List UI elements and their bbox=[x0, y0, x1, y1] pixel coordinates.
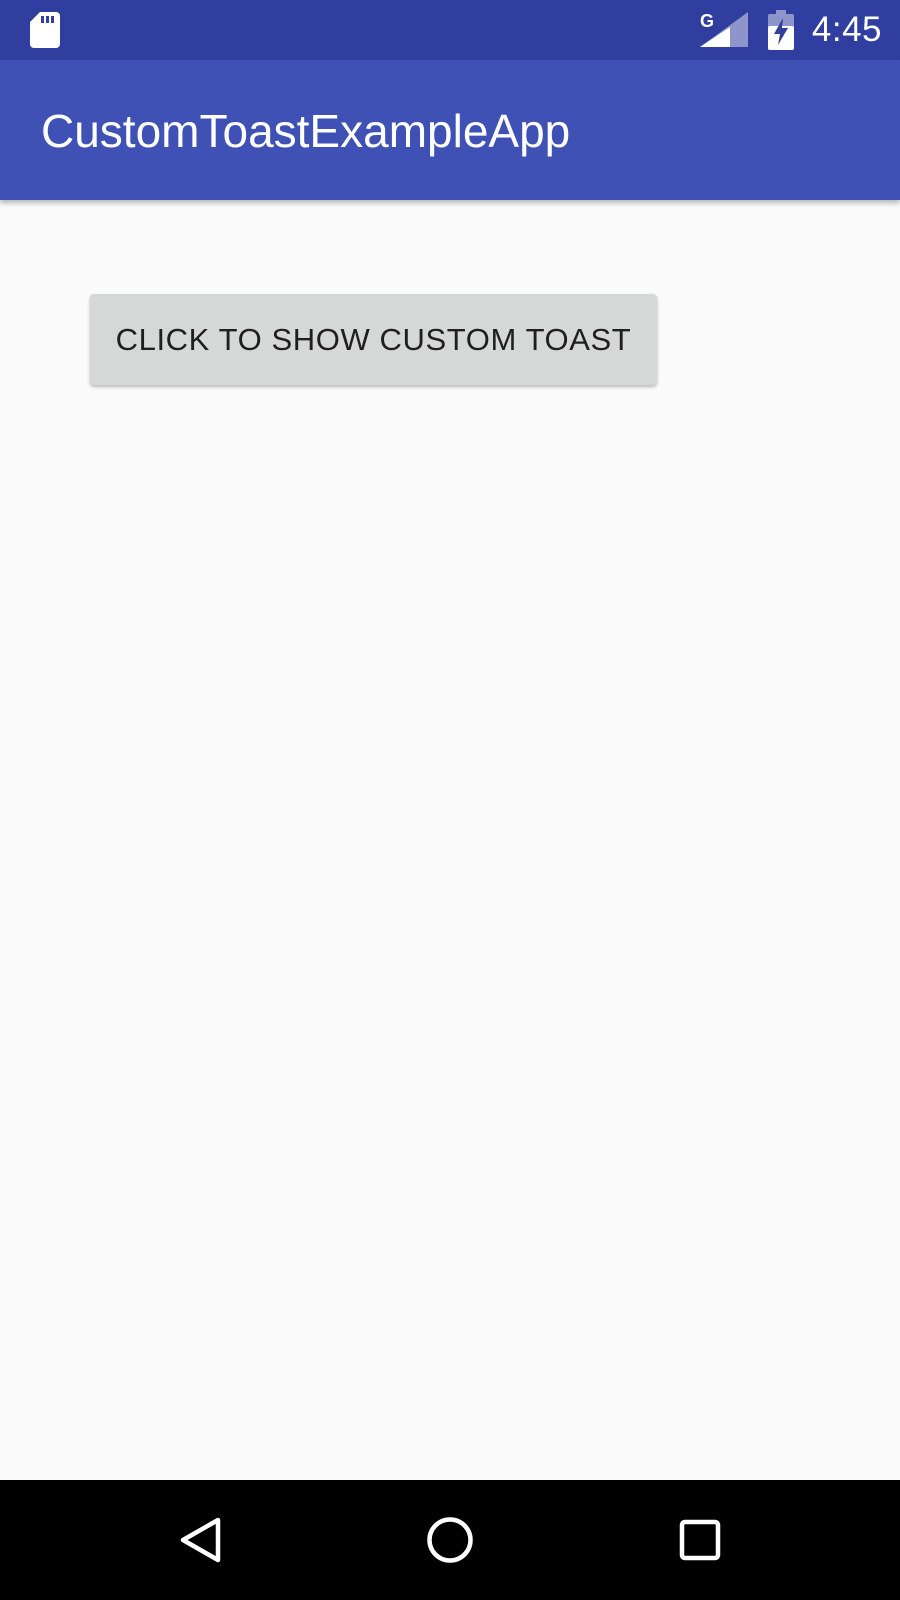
sd-card-icon bbox=[30, 12, 60, 48]
phone-screen: 4G 4:45 CustomToastExampleApp CLICK TO S… bbox=[0, 0, 900, 1600]
network-type-label: 4G bbox=[700, 11, 714, 31]
status-bar-clock: 4:45 bbox=[811, 10, 882, 49]
status-bar: 4G 4:45 bbox=[0, 0, 900, 60]
signal-icon: 4G bbox=[700, 11, 748, 47]
back-icon bbox=[180, 1517, 221, 1563]
main-content: CLICK TO SHOW CUSTOM TOAST bbox=[0, 200, 900, 1480]
show-custom-toast-button[interactable]: CLICK TO SHOW CUSTOM TOAST bbox=[90, 294, 657, 385]
app-bar: CustomToastExampleApp bbox=[0, 60, 900, 200]
battery-charging-icon bbox=[768, 10, 794, 50]
navigation-bar bbox=[0, 1480, 900, 1600]
recents-button[interactable] bbox=[650, 1490, 750, 1590]
show-custom-toast-button-label: CLICK TO SHOW CUSTOM TOAST bbox=[115, 321, 632, 357]
back-button[interactable] bbox=[150, 1490, 250, 1590]
home-icon bbox=[427, 1517, 473, 1563]
app-title: CustomToastExampleApp bbox=[41, 105, 571, 157]
recents-icon bbox=[679, 1519, 721, 1561]
home-button[interactable] bbox=[400, 1490, 500, 1590]
